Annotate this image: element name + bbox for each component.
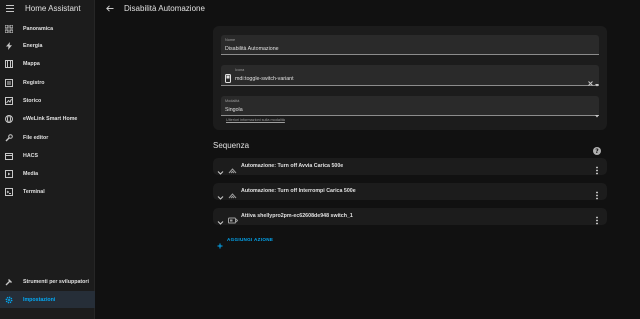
mode-select[interactable]: Modalità Singola [221, 96, 599, 118]
action-label: Automazione: Turn off Avvia Carica 500e [241, 163, 344, 169]
action-row[interactable]: Attiva shellypro2pm-ec62608de948 switch_… [213, 208, 607, 225]
icon-field-label: Icona [235, 68, 245, 72]
wrench-icon [4, 133, 13, 142]
switch-icon [228, 212, 239, 224]
back-arrow-icon[interactable] [105, 4, 114, 13]
page-title: Disabilità Automazione [124, 3, 205, 13]
dropdown-arrow-icon[interactable] [595, 74, 599, 92]
sidebar-item-label: Impostazioni [23, 296, 56, 303]
sidebar-item-label: Energia [23, 42, 43, 49]
action-label: Attiva shellypro2pm-ec62608de948 switch_… [241, 213, 353, 219]
sidebar-item-ewelink[interactable]: eWeLink Smart Home [0, 110, 95, 127]
svg-text:?: ? [595, 148, 599, 155]
mode-select-value: Singola [225, 107, 243, 113]
sidebar-item-label: Strumenti per sviluppatori [23, 278, 89, 285]
sidebar-item-media[interactable]: Media [0, 165, 95, 182]
globe-icon [4, 114, 13, 123]
cog-icon [4, 295, 13, 304]
sidebar-item-developer-tools[interactable]: Strumenti per sviluppatori [0, 273, 95, 290]
more-vertical-icon[interactable] [594, 162, 600, 175]
more-vertical-icon[interactable] [594, 187, 600, 200]
mode-select-label: Modalità [225, 99, 240, 103]
sidebar-item-label: Mappa [23, 60, 40, 67]
sidebar-item-label: Panoramica [23, 25, 54, 32]
map-icon [4, 59, 13, 68]
plus-icon [217, 236, 223, 249]
chevron-down-icon[interactable] [217, 163, 224, 175]
robot-icon [228, 187, 237, 199]
name-field-label: Nome [225, 38, 236, 42]
sidebar-item-energia[interactable]: Energia [0, 37, 95, 54]
mode-help-link[interactable]: Ulteriori informazioni sulla modalità [226, 118, 285, 122]
help-circle-icon[interactable]: ? [593, 142, 601, 155]
chevron-down-icon[interactable] [217, 213, 224, 225]
sidebar-header: Home Assistant [0, 0, 94, 16]
robot-icon [228, 162, 237, 174]
sidebar-item-hacs[interactable]: HACS [0, 147, 95, 164]
add-action-label: AGGIUNGI AZIONE [227, 236, 274, 242]
chart-icon [4, 96, 13, 105]
sidebar: Home Assistant Panoramica Energia Mappa … [0, 0, 95, 319]
sequence-title: Sequenza [213, 141, 250, 150]
dropdown-arrow-icon [595, 105, 599, 123]
clear-icon[interactable] [588, 73, 593, 91]
menu-icon[interactable] [5, 3, 15, 13]
add-action-button[interactable]: AGGIUNGI AZIONE [217, 234, 274, 249]
sidebar-item-label: Storico [23, 97, 42, 104]
sidebar-item-label: Terminal [23, 188, 45, 195]
terminal-icon [4, 187, 13, 196]
sidebar-item-registro[interactable]: Registro [0, 74, 95, 91]
action-label: Automazione: Turn off Interrompi Carica … [241, 188, 356, 194]
sidebar-item-storico[interactable]: Storico [0, 92, 95, 109]
more-vertical-icon[interactable] [594, 212, 600, 225]
sidebar-title: Home Assistant [25, 3, 81, 13]
action-row[interactable]: Automazione: Turn off Interrompi Carica … [213, 183, 607, 200]
sidebar-item-file-editor[interactable]: File editor [0, 129, 95, 146]
sidebar-item-settings[interactable]: Impostazioni [0, 291, 95, 308]
sidebar-item-mappa[interactable]: Mappa [0, 55, 95, 72]
sidebar-item-label: Media [23, 170, 39, 177]
app-root: Home Assistant Panoramica Energia Mappa … [0, 0, 640, 319]
icon-field-value: mdi:toggle-switch-variant [235, 76, 294, 82]
lightning-icon [4, 41, 13, 50]
chevron-down-icon[interactable] [217, 188, 224, 200]
media-icon [4, 169, 13, 178]
sidebar-item-label: HACS [23, 152, 39, 159]
hammer-icon [4, 277, 13, 286]
toggle-switch-icon [225, 70, 231, 88]
sidebar-item-label: Registro [23, 79, 45, 86]
sidebar-item-terminal[interactable]: Terminal [0, 183, 95, 200]
action-row[interactable]: Automazione: Turn off Avvia Carica 500e [213, 158, 607, 175]
sidebar-item-label: eWeLink Smart Home [23, 115, 78, 122]
name-field-value: Disabilità Automazione [225, 46, 279, 52]
sidebar-item-label: File editor [23, 134, 49, 141]
grid-icon [4, 24, 13, 33]
top-bar: Disabilità Automazione [96, 0, 640, 16]
sidebar-item-panoramica[interactable]: Panoramica [0, 20, 95, 37]
hacs-icon [4, 151, 13, 160]
script-settings-card: Nome Disabilità Automazione Icona mdi:to… [213, 26, 607, 130]
icon-picker-field[interactable]: Icona mdi:toggle-switch-variant [221, 65, 599, 88]
list-icon [4, 78, 13, 87]
name-field[interactable]: Nome Disabilità Automazione [221, 35, 599, 55]
